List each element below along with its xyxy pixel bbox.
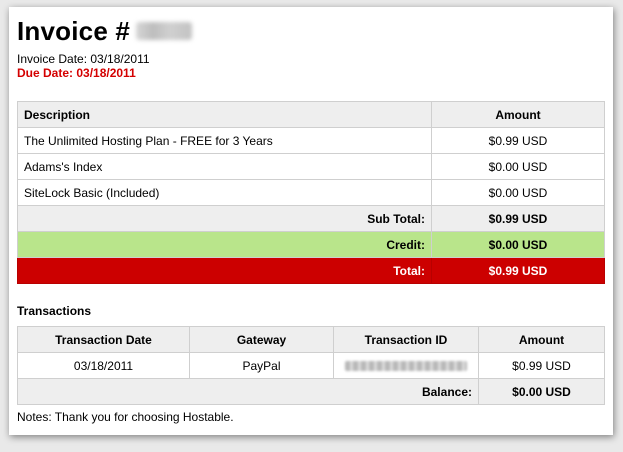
redacted-invoice-number: [136, 22, 193, 40]
invoice-items-table: Description Amount The Unlimited Hosting…: [17, 101, 605, 284]
item-amount: $0.00 USD: [431, 179, 605, 206]
transaction-id-redacted: [333, 352, 479, 379]
item-amount: $0.99 USD: [431, 127, 605, 154]
subtotal-amount: $0.99 USD: [431, 205, 605, 232]
credit-amount: $0.00 USD: [431, 231, 605, 258]
invoice-notes: Notes: Thank you for choosing Hostable.: [17, 410, 234, 424]
header-amount: Amount: [431, 101, 605, 128]
title-row: Invoice #: [17, 7, 605, 51]
transactions-table: Transaction Date Gateway Transaction ID …: [17, 326, 605, 405]
transaction-date: 03/18/2011: [17, 352, 190, 379]
redacted-transaction-id: [345, 361, 467, 372]
item-description: The Unlimited Hosting Plan - FREE for 3 …: [17, 127, 432, 154]
header-transaction-date: Transaction Date: [17, 326, 190, 353]
subtotal-row: Sub Total: $0.99 USD: [17, 205, 605, 232]
item-description: Adams's Index: [17, 153, 432, 180]
total-amount: $0.99 USD: [431, 257, 605, 284]
balance-amount: $0.00 USD: [478, 378, 605, 405]
items-header-row: Description Amount: [17, 101, 605, 128]
total-label: Total:: [17, 257, 432, 284]
item-description: SiteLock Basic (Included): [17, 179, 432, 206]
item-amount: $0.00 USD: [431, 153, 605, 180]
due-date: Due Date: 03/18/2011: [17, 66, 136, 80]
table-row: 03/18/2011 PayPal $0.99 USD: [17, 352, 605, 379]
table-row: SiteLock Basic (Included) $0.00 USD: [17, 179, 605, 206]
balance-row: Balance: $0.00 USD: [17, 378, 605, 405]
transactions-header-row: Transaction Date Gateway Transaction ID …: [17, 326, 605, 353]
table-row: Adams's Index $0.00 USD: [17, 153, 605, 180]
header-transaction-amount: Amount: [478, 326, 605, 353]
credit-row: Credit: $0.00 USD: [17, 231, 605, 258]
header-description: Description: [17, 101, 432, 128]
credit-label: Credit:: [17, 231, 432, 258]
invoice-meta: Invoice Date: 03/18/2011 Due Date: 03/18…: [17, 52, 605, 80]
transaction-gateway: PayPal: [189, 352, 334, 379]
balance-label: Balance:: [17, 378, 479, 405]
header-gateway: Gateway: [189, 326, 334, 353]
invoice-title: Invoice #: [17, 15, 131, 46]
invoice-page: Invoice # Invoice Date: 03/18/2011 Due D…: [9, 7, 613, 435]
transaction-amount: $0.99 USD: [478, 352, 605, 379]
invoice-date: Invoice Date: 03/18/2011: [17, 52, 150, 66]
table-row: The Unlimited Hosting Plan - FREE for 3 …: [17, 127, 605, 154]
total-row: Total: $0.99 USD: [17, 257, 605, 284]
header-transaction-id: Transaction ID: [333, 326, 479, 353]
transactions-title: Transactions: [17, 304, 92, 318]
subtotal-label: Sub Total:: [17, 205, 432, 232]
